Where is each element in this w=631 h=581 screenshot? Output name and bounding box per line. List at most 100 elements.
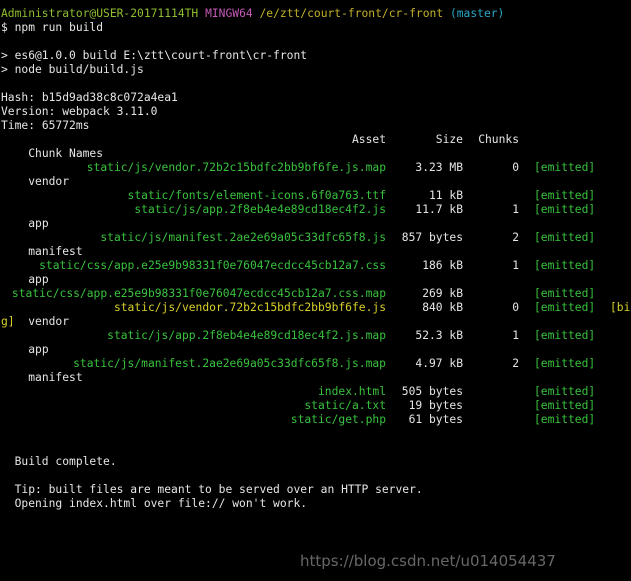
- header-chunks: Chunks: [478, 133, 519, 146]
- chunk-name-row: manifest: [1, 371, 631, 385]
- shell-prompt: Administrator@USER-20171114TH MINGW64 /e…: [1, 7, 631, 21]
- header-asset: Asset: [351, 133, 386, 146]
- prompt-git-branch: (master): [449, 7, 505, 20]
- emitted-status: [emitted]: [534, 189, 596, 202]
- emitted-status: [emitted]: [534, 399, 596, 412]
- webpack-version: Version: webpack 3.11.0: [1, 105, 158, 118]
- table-row: static/fonts/element-icons.6f0a763.ttf 11…: [1, 189, 631, 203]
- asset-size: 4.97 kB: [415, 357, 463, 370]
- asset-table: static/js/vendor.72b2c15bdfc2bb9bf6fe.js…: [1, 161, 631, 427]
- asset-size: 505 bytes: [401, 385, 463, 398]
- terminal-window[interactable]: Administrator@USER-20171114TH MINGW64 /e…: [1, 7, 631, 511]
- time-value: 65772ms: [41, 119, 90, 132]
- table-row: static/a.txt 19 bytes [emitted]: [1, 399, 631, 413]
- header-size: Size: [435, 133, 463, 146]
- asset-name: static/get.php: [290, 413, 386, 426]
- asset-size: 186 kB: [422, 259, 463, 272]
- version-value: 3.11.0: [116, 105, 158, 118]
- asset-size: 52.3 kB: [415, 329, 463, 342]
- prompt-user-host: Administrator@USER-20171114TH: [1, 7, 199, 20]
- table-row: index.html 505 bytes [emitted]: [1, 385, 631, 399]
- asset-name: static/js/vendor.72b2c15bdfc2bb9bf6fe.js: [113, 301, 386, 314]
- table-row: static/js/manifest.2ae2e69a05c33dfc65f8.…: [1, 231, 631, 245]
- asset-size: 61 bytes: [408, 413, 463, 426]
- asset-chunks: 2: [512, 231, 519, 244]
- chunk-name-row: app: [1, 217, 631, 231]
- asset-name: static/a.txt: [304, 399, 386, 412]
- npm-script-line: > es6@1.0.0 build E:\ztt\court-front\cr-…: [1, 49, 308, 62]
- header-chunk-names: Chunk Names: [28, 147, 104, 160]
- asset-name: static/js/app.2f8eb4e4e89cd18ec4f2.js.ma…: [107, 329, 386, 342]
- emitted-status: [emitted]: [534, 231, 596, 244]
- asset-chunks: 1: [512, 259, 519, 272]
- chunk-name: vendor: [28, 315, 70, 328]
- table-row: static/js/vendor.72b2c15bdfc2bb9bf6fe.js…: [1, 161, 631, 175]
- asset-size: 11 kB: [428, 189, 463, 202]
- prompt-shell-name: MINGW64: [205, 7, 253, 20]
- table-row: static/js/app.2f8eb4e4e89cd18ec4f2.js 11.…: [1, 203, 631, 217]
- asset-name: index.html: [317, 385, 386, 398]
- asset-size: 840 kB: [422, 301, 463, 314]
- table-row: static/js/app.2f8eb4e4e89cd18ec4f2.js.ma…: [1, 329, 631, 343]
- asset-chunks: 1: [512, 203, 519, 216]
- table-header: Asset Size Chunks: [1, 133, 631, 147]
- watermark: https://blog.csdn.net/u014054437: [300, 552, 556, 570]
- npm-script-line: > node build/build.js: [1, 63, 144, 76]
- asset-name: static/js/vendor.72b2c15bdfc2bb9bf6fe.js…: [86, 161, 386, 174]
- emitted-status: [emitted]: [534, 357, 596, 370]
- asset-name: static/css/app.e25e9b98331f0e76047ecdcc4…: [39, 259, 386, 272]
- build-hash: Hash: b15d9ad38c8c072a4ea1: [1, 91, 178, 104]
- asset-size: 3.23 MB: [415, 161, 463, 174]
- build-time: Time: 65772ms: [1, 119, 90, 132]
- asset-name: static/js/manifest.2ae2e69a05c33dfc65f8.…: [100, 231, 386, 244]
- build-complete-message: Build complete.: [1, 455, 117, 468]
- asset-chunks: 1: [512, 329, 519, 342]
- chunk-name-row: g] vendor: [1, 315, 631, 329]
- emitted-status: [emitted]: [534, 413, 596, 426]
- asset-name: static/fonts/element-icons.6f0a763.ttf: [127, 189, 386, 202]
- chunk-name: manifest: [28, 245, 83, 258]
- chunk-name-row: vendor: [1, 175, 631, 189]
- chunk-name-row: manifest: [1, 245, 631, 259]
- asset-size: 19 bytes: [408, 399, 463, 412]
- hash-value: b15d9ad38c8c072a4ea1: [41, 91, 178, 104]
- emitted-status: [emitted]: [534, 203, 596, 216]
- emitted-status: [emitted]: [534, 329, 596, 342]
- prompt-path: /e/ztt/court-front/cr-front: [259, 7, 444, 20]
- chunk-name: app: [28, 343, 49, 356]
- table-row: static/css/app.e25e9b98331f0e76047ecdcc4…: [1, 287, 631, 301]
- asset-chunks: 0: [512, 301, 519, 314]
- asset-name: static/css/app.e25e9b98331f0e76047ecdcc4…: [11, 287, 386, 300]
- big-flag: [bi: [610, 301, 631, 314]
- table-row: static/js/manifest.2ae2e69a05c33dfc65f8.…: [1, 357, 631, 371]
- emitted-status: [emitted]: [534, 385, 596, 398]
- big-flag-wrap: g]: [1, 315, 15, 328]
- chunk-name: app: [28, 273, 49, 286]
- table-row: static/css/app.e25e9b98331f0e76047ecdcc4…: [1, 259, 631, 273]
- tip-line: Opening index.html over file:// won't wo…: [1, 497, 308, 510]
- table-row: static/get.php 61 bytes [emitted]: [1, 413, 631, 427]
- asset-size: 857 bytes: [401, 231, 463, 244]
- emitted-status: [emitted]: [534, 259, 596, 272]
- asset-chunks: 0: [512, 161, 519, 174]
- emitted-status: [emitted]: [534, 161, 596, 174]
- asset-size: 269 kB: [422, 287, 463, 300]
- emitted-status: [emitted]: [534, 301, 596, 314]
- asset-name: static/js/manifest.2ae2e69a05c33dfc65f8.…: [73, 357, 386, 370]
- asset-chunks: 2: [512, 357, 519, 370]
- table-row: static/js/vendor.72b2c15bdfc2bb9bf6fe.js…: [1, 301, 631, 315]
- chunk-name: manifest: [28, 371, 83, 384]
- chunk-name: vendor: [28, 175, 70, 188]
- chunk-name-row: app: [1, 273, 631, 287]
- command-line: $ npm run build: [1, 21, 104, 34]
- asset-size: 11.7 kB: [415, 203, 463, 216]
- asset-name: static/js/app.2f8eb4e4e89cd18ec4f2.js: [134, 203, 386, 216]
- chunk-name: app: [28, 217, 49, 230]
- tip-line: Tip: built files are meant to be served …: [1, 483, 423, 496]
- emitted-status: [emitted]: [534, 287, 596, 300]
